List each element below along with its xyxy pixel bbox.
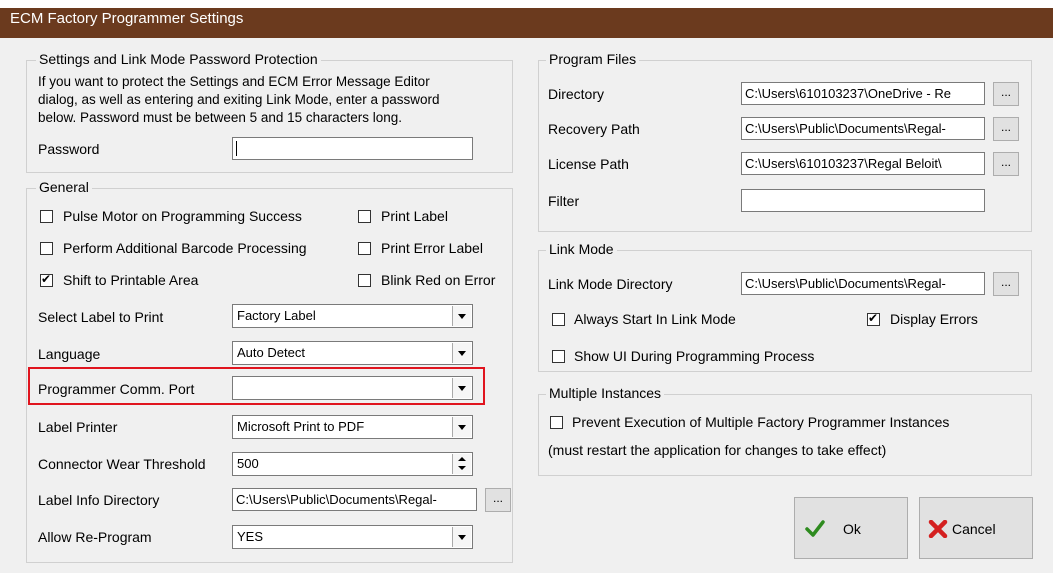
link-mode-directory-label: Link Mode Directory (548, 276, 673, 292)
directory-input[interactable]: C:\Users\610103237\OneDrive - Re (741, 82, 985, 105)
top-cropped-strip (0, 0, 1053, 8)
language-label: Language (38, 346, 101, 362)
program-files-title: Program Files (546, 51, 640, 67)
show-ui-label: Show UI During Programming Process (574, 348, 815, 364)
pulse-motor-checkbox[interactable] (40, 210, 53, 223)
prevent-multiple-checkbox[interactable] (550, 416, 563, 429)
label-printer-dropdown[interactable]: Microsoft Print to PDF (232, 415, 473, 439)
multiple-instances-group (538, 394, 1032, 476)
password-description-line-3: below. Password must be between 5 and 15… (38, 110, 402, 125)
label-info-dir-browse-button[interactable]: ... (485, 488, 511, 512)
checkmark-icon (805, 520, 825, 537)
language-dropdown[interactable]: Auto Detect (232, 341, 473, 365)
cancel-label: Cancel (952, 521, 996, 537)
label-info-dir-input[interactable]: C:\Users\Public\Documents\Regal- (232, 488, 477, 511)
label-info-dir-label: Label Info Directory (38, 492, 160, 508)
print-error-label-checkbox[interactable] (358, 242, 371, 255)
password-caret (236, 141, 237, 156)
barcode-label: Perform Additional Barcode Processing (63, 240, 307, 256)
filter-label: Filter (548, 193, 580, 209)
pulse-motor-label: Pulse Motor on Programming Success (63, 208, 302, 224)
print-label-label: Print Label (381, 208, 448, 224)
select-label-dropdown[interactable]: Factory Label (232, 304, 473, 328)
restart-note: (must restart the application for change… (548, 442, 887, 458)
cancel-button[interactable]: Cancel (919, 497, 1033, 559)
show-ui-checkbox[interactable] (552, 350, 565, 363)
connector-wear-spinner[interactable]: 500 (232, 452, 473, 476)
recovery-path-input[interactable]: C:\Users\Public\Documents\Regal- (741, 117, 985, 140)
filter-input[interactable] (741, 189, 985, 212)
barcode-checkbox[interactable] (40, 242, 53, 255)
display-errors-label: Display Errors (890, 311, 978, 327)
select-label-value: Factory Label (237, 308, 316, 323)
recovery-path-browse-button[interactable]: ... (993, 117, 1019, 141)
link-mode-title: Link Mode (546, 241, 617, 257)
print-label-checkbox[interactable] (358, 210, 371, 223)
directory-label: Directory (548, 86, 605, 102)
allow-reprogram-label: Allow Re-Program (38, 529, 152, 545)
password-label: Password (38, 141, 100, 157)
label-printer-value: Microsoft Print to PDF (237, 419, 365, 434)
allow-reprogram-value: YES (237, 529, 264, 544)
password-description-line-2: dialog, as well as entering and exiting … (38, 92, 440, 107)
allow-reprogram-dropdown[interactable]: YES (232, 525, 473, 549)
label-printer-label: Label Printer (38, 419, 118, 435)
shift-printable-checkbox[interactable] (40, 272, 53, 287)
shift-printable-label: Shift to Printable Area (63, 272, 199, 288)
password-group-title: Settings and Link Mode Password Protecti… (36, 51, 321, 67)
always-start-checkbox[interactable] (552, 313, 565, 326)
link-mode-directory-browse-button[interactable]: ... (993, 272, 1019, 296)
print-error-label-label: Print Error Label (381, 240, 483, 256)
spinner-arrows-icon[interactable] (452, 454, 471, 474)
connector-wear-value: 500 (237, 456, 259, 471)
chevron-down-icon[interactable] (452, 306, 471, 326)
link-mode-directory-input[interactable]: C:\Users\Public\Documents\Regal- (741, 272, 985, 295)
license-path-label: License Path (548, 156, 629, 172)
general-group-title: General (36, 179, 92, 195)
license-path-browse-button[interactable]: ... (993, 152, 1019, 176)
password-description-line-1: If you want to protect the Settings and … (38, 74, 430, 89)
recovery-path-label: Recovery Path (548, 121, 640, 137)
license-path-input[interactable]: C:\Users\610103237\Regal Beloit\ (741, 152, 985, 175)
directory-browse-button[interactable]: ... (993, 82, 1019, 106)
blink-red-label: Blink Red on Error (381, 272, 496, 288)
connector-wear-label: Connector Wear Threshold (38, 456, 206, 472)
display-errors-checkbox[interactable] (867, 311, 880, 326)
chevron-down-icon[interactable] (452, 343, 471, 363)
select-label-label: Select Label to Print (38, 309, 164, 325)
always-start-label: Always Start In Link Mode (574, 311, 736, 327)
chevron-down-icon[interactable] (452, 417, 471, 437)
cancel-x-icon (928, 520, 948, 538)
multiple-instances-title: Multiple Instances (546, 385, 665, 401)
window-title: ECM Factory Programmer Settings (10, 10, 244, 27)
ok-button[interactable]: Ok (794, 497, 908, 559)
chevron-down-icon[interactable] (452, 527, 471, 547)
language-value: Auto Detect (237, 345, 305, 360)
highlight-box (28, 367, 485, 405)
password-input[interactable] (232, 137, 473, 160)
ok-label: Ok (843, 521, 861, 537)
blink-red-checkbox[interactable] (358, 274, 371, 287)
prevent-multiple-label: Prevent Execution of Multiple Factory Pr… (572, 414, 950, 430)
